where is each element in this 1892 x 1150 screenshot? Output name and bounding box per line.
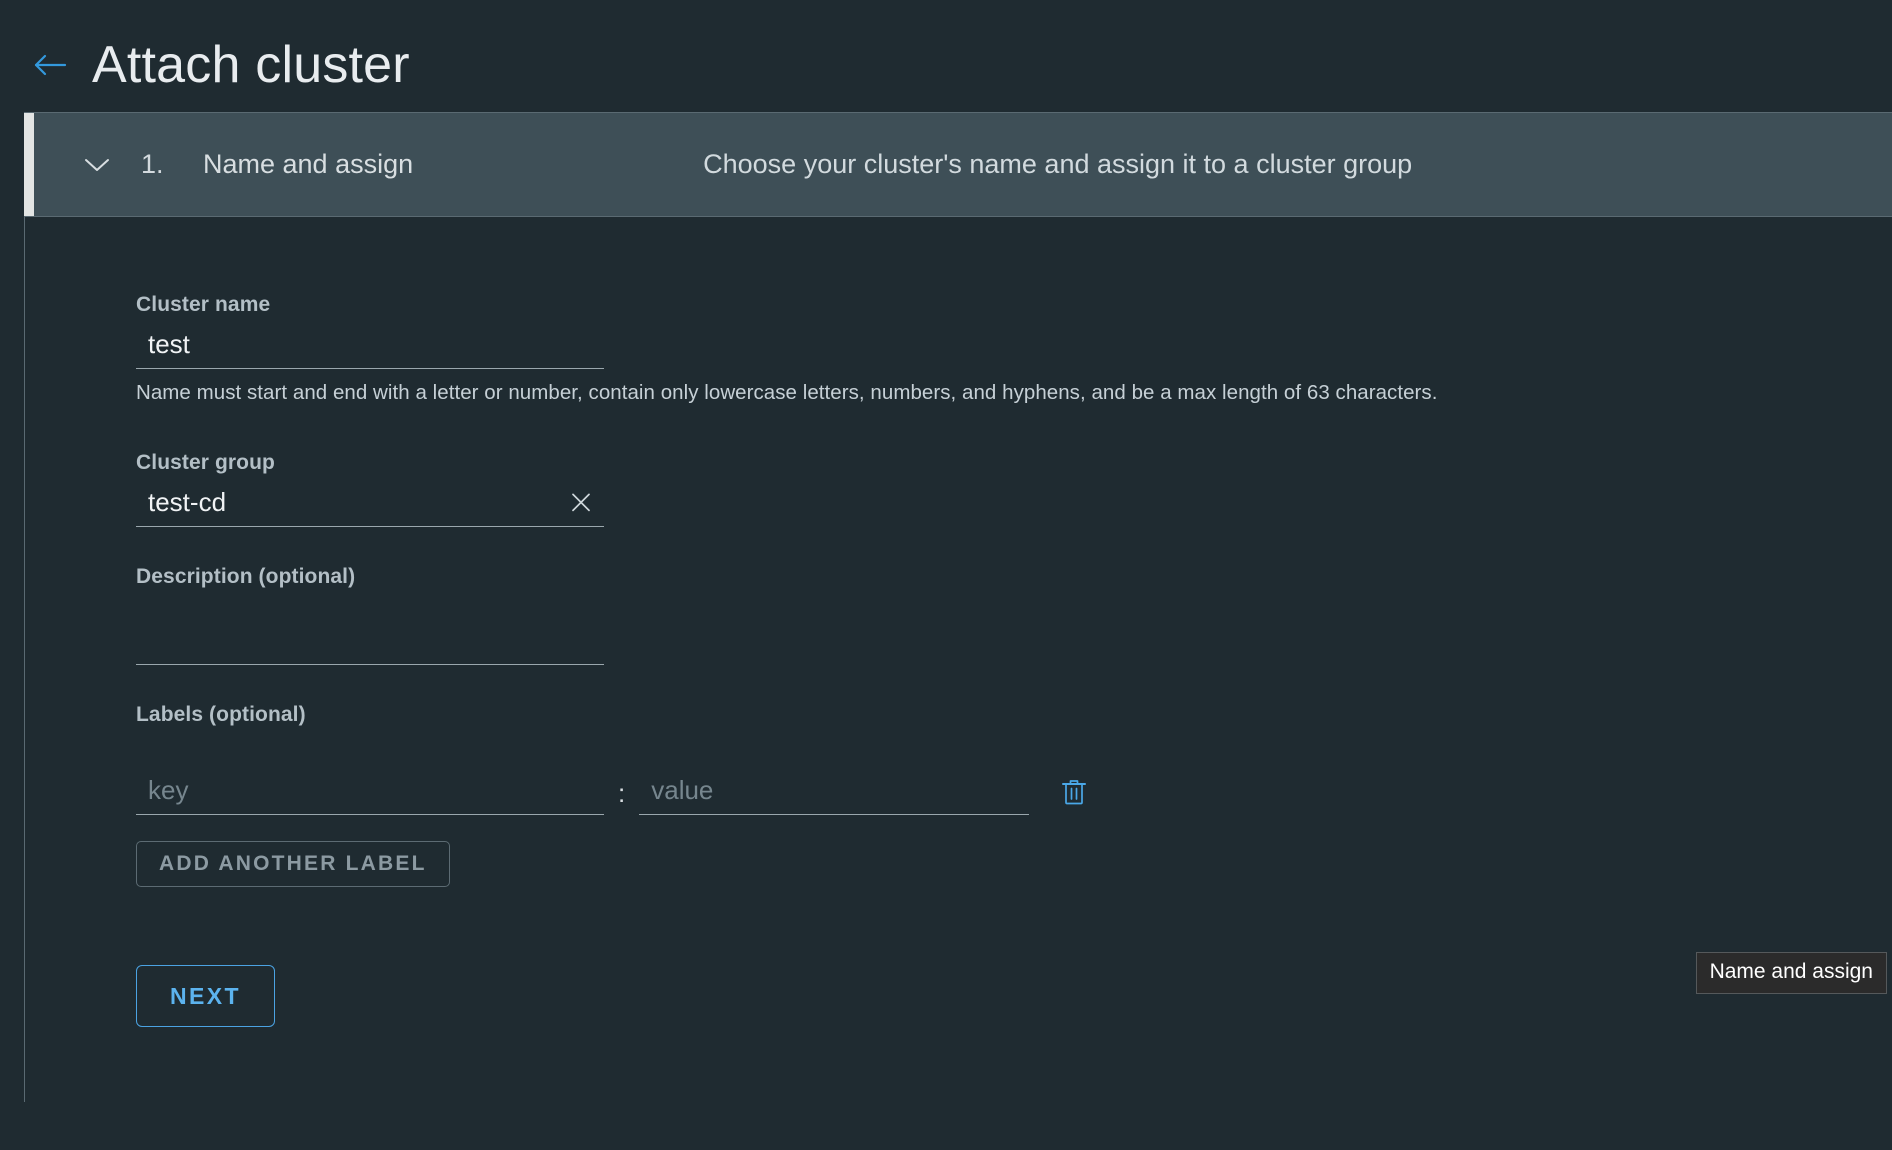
cluster-name-helper-text: Name must start and end with a letter or…: [136, 381, 1438, 404]
page-header: Attach cluster: [0, 0, 1892, 112]
description-input[interactable]: [136, 622, 604, 663]
step-active-accent-bar: [24, 113, 34, 216]
labels-label: Labels (optional): [136, 703, 306, 726]
label-row: :: [136, 771, 1892, 815]
field-labels: Labels (optional) :: [136, 703, 1892, 887]
label-key-input-wrap: [136, 771, 604, 815]
page-title: Attach cluster: [92, 36, 410, 94]
step-description: Choose your cluster's name and assign it…: [703, 149, 1413, 179]
name-and-assign-form: Cluster name Name must start and end wit…: [25, 217, 1892, 1027]
cluster-group-input-wrap: [136, 483, 604, 527]
field-description: Description (optional): [136, 565, 1892, 665]
wizard-panel: 1. Name and assign Choose your cluster's…: [24, 112, 1892, 1102]
label-key-input[interactable]: [136, 772, 604, 813]
cluster-name-label: Cluster name: [136, 293, 271, 316]
chevron-down-icon[interactable]: [80, 148, 114, 182]
close-icon[interactable]: [568, 489, 594, 515]
label-value-input[interactable]: [639, 772, 1030, 813]
field-cluster-group: Cluster group: [136, 451, 1892, 527]
description-label: Description (optional): [136, 565, 356, 588]
field-cluster-name: Cluster name Name must start and end wit…: [136, 293, 1892, 405]
add-another-label-button[interactable]: ADD ANOTHER LABEL: [136, 841, 450, 887]
next-button[interactable]: NEXT: [136, 965, 275, 1027]
trash-icon[interactable]: [1057, 775, 1091, 809]
label-separator: :: [618, 778, 626, 808]
form-actions: NEXT: [136, 887, 1892, 1027]
cluster-group-label: Cluster group: [136, 451, 275, 474]
wizard-step-header-name-and-assign[interactable]: 1. Name and assign Choose your cluster's…: [24, 113, 1892, 217]
wizard-step-body: Cluster name Name must start and end wit…: [24, 217, 1892, 1102]
cluster-name-input-wrap: [136, 325, 604, 369]
step-number: 1.: [141, 149, 164, 179]
arrow-left-icon[interactable]: [30, 45, 70, 85]
cluster-name-input[interactable]: [136, 326, 604, 367]
step-label: Name and assign: [203, 149, 414, 179]
label-value-input-wrap: [639, 771, 1030, 815]
description-input-wrap: [136, 621, 604, 665]
cluster-group-input[interactable]: [136, 484, 604, 525]
